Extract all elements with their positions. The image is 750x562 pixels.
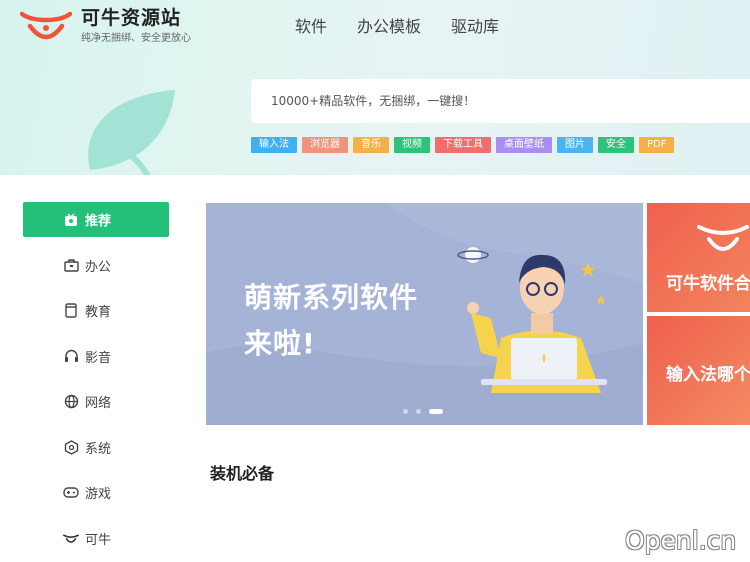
promo-text: 输入法哪个 (666, 365, 750, 385)
nav-drivers[interactable]: 驱动库 (451, 13, 499, 37)
tag-chip[interactable]: 音乐 (353, 137, 389, 153)
section-title: 装机必备 (210, 464, 275, 483)
search-box (251, 79, 750, 123)
banner-title-line2: 来啦! (244, 327, 316, 360)
headphones-icon (63, 348, 79, 364)
tag-chip[interactable]: 桌面壁纸 (496, 137, 552, 153)
tag-chip[interactable]: 输入法 (251, 137, 297, 153)
tag-chip[interactable]: 下载工具 (435, 137, 491, 153)
nav-office-templates[interactable]: 办公模板 (357, 13, 421, 37)
sidebar-item-label: 网络 (85, 396, 112, 411)
sidebar-item-label: 游戏 (85, 487, 112, 502)
gamepad-icon (63, 485, 79, 501)
banner-carousel[interactable]: 萌新系列软件 来啦! (206, 203, 643, 425)
header: 可牛资源站 纯净无捆绑、安全更放心 软件 办公模板 驱动库 输入法浏览器音乐视频… (0, 0, 750, 175)
sidebar-item-label: 可牛 (85, 532, 112, 548)
carousel-dot[interactable] (403, 409, 408, 414)
sidebar-item-network[interactable]: 网络 (23, 384, 169, 419)
hot-tags: 输入法 浏览器 音乐 视频 下载工具 桌面壁纸 图片 安全 PDF (251, 137, 679, 153)
main-nav: 软件 办公模板 驱动库 (295, 13, 529, 37)
site-name[interactable]: 可牛资源站 (81, 3, 181, 30)
book-icon (63, 303, 79, 319)
sidebar-item-label: 影音 (85, 350, 112, 366)
sidebar-item-label: 推荐 (85, 214, 112, 229)
sidebar-item-recommend[interactable]: 推荐 (23, 202, 169, 237)
keniu-logo-icon (63, 530, 79, 546)
tag-chip[interactable]: PDF (639, 137, 675, 153)
carousel-dot-active[interactable] (429, 409, 443, 414)
tag-chip[interactable]: 安全 (598, 137, 634, 153)
sidebar-item-system[interactable]: 系统 (23, 430, 169, 465)
search-input[interactable] (251, 79, 750, 123)
promo-card-keniu[interactable]: 可牛软件合 (647, 203, 750, 312)
category-sidebar: 推荐 办公 教育 影音 网络 系统 游戏 可牛 (23, 202, 169, 562)
keniu-logo-icon[interactable] (20, 6, 72, 44)
sidebar-item-education[interactable]: 教育 (23, 293, 169, 328)
promo-card-input-method[interactable]: 输入法哪个 (647, 316, 750, 425)
watermark: Openl.cn (625, 526, 737, 555)
keniu-logo-icon (697, 225, 749, 251)
site-slogan: 纯净无捆绑、安全更放心 (81, 33, 191, 44)
gear-hex-icon (63, 439, 79, 455)
carousel-dot[interactable] (416, 409, 421, 414)
tag-chip[interactable]: 视频 (394, 137, 430, 153)
sidebar-item-label: 系统 (85, 441, 112, 457)
sidebar-item-media[interactable]: 影音 (23, 339, 169, 374)
sidebar-item-games[interactable]: 游戏 (23, 475, 169, 510)
promo-text: 可牛软件合 (666, 274, 750, 294)
sidebar-item-office[interactable]: 办公 (23, 248, 169, 283)
tag-chip[interactable]: 浏览器 (302, 137, 348, 153)
globe-icon (63, 394, 79, 410)
recommend-icon (63, 212, 79, 228)
banner-title: 萌新系列软件 来啦! (244, 275, 418, 367)
sidebar-item-keniu[interactable]: 可牛 (23, 521, 169, 556)
briefcase-icon (63, 257, 79, 273)
carousel-dots (403, 409, 451, 414)
tag-chip[interactable]: 图片 (557, 137, 593, 153)
sidebar-item-label: 办公 (85, 259, 112, 275)
cartoon-character-illustration (467, 254, 607, 393)
leaf-decoration (88, 90, 175, 175)
nav-software[interactable]: 软件 (295, 13, 327, 37)
banner-title-line1: 萌新系列软件 (244, 281, 419, 314)
sidebar-item-label: 教育 (85, 305, 112, 320)
